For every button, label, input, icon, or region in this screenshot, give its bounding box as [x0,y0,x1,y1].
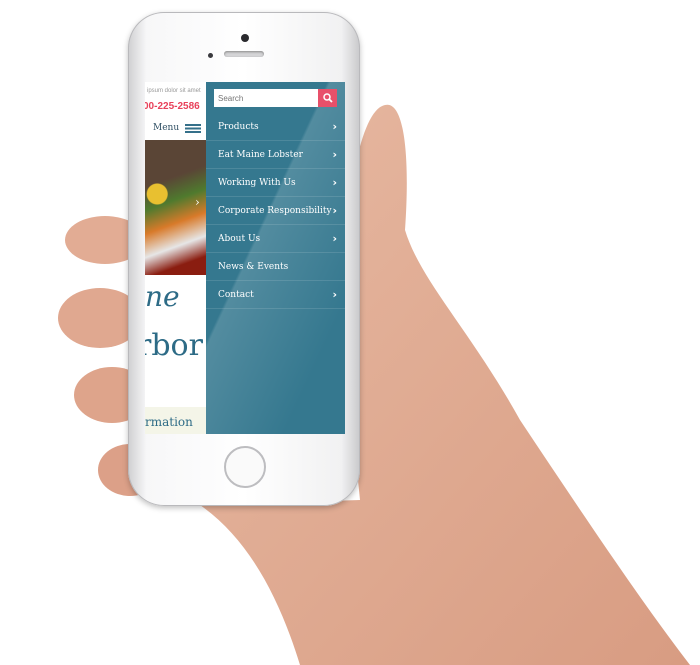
nav-item-products[interactable]: Products › [206,113,345,141]
nav-item-label: Corporate Responsibility [218,205,332,216]
nav-item-eat-maine-lobster[interactable]: Eat Maine Lobster › [206,141,345,169]
carousel-next-icon[interactable]: › [195,195,200,209]
search-input[interactable] [214,89,318,107]
nav-item-label: Contact [218,289,254,300]
nav-item-contact[interactable]: Contact › [206,281,345,309]
chevron-right-icon: › [332,176,337,189]
chevron-right-icon: › [332,148,337,161]
nav-item-about-us[interactable]: About Us › [206,225,345,253]
tagline: ipsum dolor sit amet [147,88,201,94]
home-button[interactable] [224,446,266,488]
hamburger-icon [185,123,202,133]
information-label: rmation [145,415,193,429]
chevron-right-icon: › [332,204,337,217]
website-background: ipsum dolor sit amet 00-225-2586 Menu › … [145,82,206,434]
nav-item-label: About Us [218,233,261,244]
heading: rbor [145,328,203,363]
search-icon [322,93,333,103]
chevron-right-icon: › [332,288,337,301]
menu-button[interactable]: Menu [153,123,202,133]
menu-label: Menu [153,123,180,133]
phone-number[interactable]: 00-225-2586 [145,101,200,112]
phone-screen: ipsum dolor sit amet 00-225-2586 Menu › … [145,82,345,434]
nav-item-label: Eat Maine Lobster [218,149,303,160]
nav-item-label: Working With Us [218,177,296,188]
search-button[interactable] [318,89,337,107]
nav-drawer: Products›Eat Maine Lobster›Working With … [206,82,345,434]
nav-item-corporate-responsibility[interactable]: Corporate Responsibility › [206,197,345,225]
search-bar [214,89,337,107]
speaker-grille [224,51,264,57]
information-banner[interactable]: rmation [145,407,206,434]
nav-item-label: News & Events [218,261,289,272]
nav-item-working-with-us[interactable]: Working With Us › [206,169,345,197]
chevron-right-icon: › [332,120,337,133]
chevron-right-icon: › [332,232,337,245]
nav-item-news-events[interactable]: News & Events [206,253,345,281]
heading-script: ne [145,280,180,313]
sensor-icon [208,53,213,58]
camera-icon [241,34,249,42]
nav-item-label: Products [218,121,259,132]
nav-list: Products › Eat Maine Lobster › Working With … [206,113,345,309]
